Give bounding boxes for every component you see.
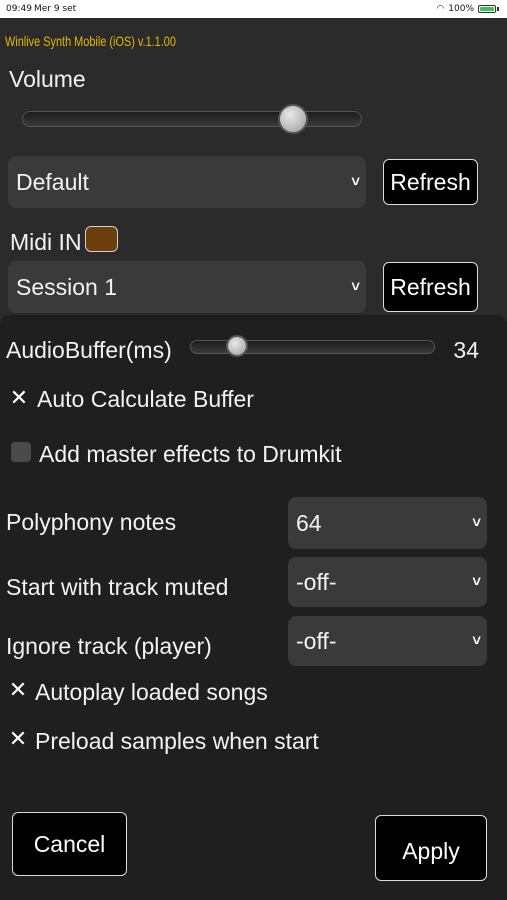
master-effects-checkbox[interactable] [11, 442, 31, 462]
battery-tip [497, 7, 499, 11]
ignore-track-value: -off- [296, 627, 337, 654]
start-muted-dropdown[interactable]: -off- ˅ [288, 557, 487, 607]
volume-slider-track[interactable] [22, 111, 362, 127]
autoplay-checkbox[interactable]: ✕ [8, 677, 28, 702]
ignore-track-label: Ignore track (player) [6, 633, 212, 659]
start-muted-label: Start with track muted [6, 574, 229, 600]
audio-buffer-value: 34 [453, 337, 479, 363]
preload-checkbox[interactable]: ✕ [8, 726, 28, 751]
midi-refresh-button[interactable]: Refresh [383, 262, 478, 312]
chevron-down-icon: ˅ [472, 632, 481, 650]
midi-session-dropdown[interactable]: Session 1 ˅ [8, 261, 366, 313]
chevron-down-icon: ˅ [351, 173, 360, 191]
chevron-down-icon: ˅ [351, 278, 360, 296]
apply-button[interactable]: Apply [375, 815, 487, 881]
chevron-down-icon: ˅ [472, 514, 481, 532]
status-date: Mer 9 set [34, 4, 77, 14]
audio-output-value: Default [16, 168, 89, 195]
chevron-down-icon: ˅ [472, 573, 481, 591]
cancel-button[interactable]: Cancel [12, 812, 127, 876]
volume-slider-knob[interactable] [278, 104, 308, 134]
midi-in-label: Midi IN [10, 229, 82, 255]
polyphony-label: Polyphony notes [6, 509, 177, 535]
volume-label: Volume [9, 66, 86, 92]
audio-buffer-slider-knob[interactable] [226, 335, 248, 357]
audio-buffer-label: AudioBuffer(ms) [6, 337, 172, 363]
auto-calc-checkbox[interactable]: ✕ [9, 385, 29, 410]
auto-calc-label: Auto Calculate Buffer [37, 386, 254, 412]
ignore-track-dropdown[interactable]: -off- ˅ [288, 616, 487, 666]
polyphony-value: 64 [296, 509, 322, 536]
app-title: Winlive Synth Mobile (iOS) v.1.1.00 [5, 33, 176, 49]
status-time: 09:49 [6, 4, 32, 14]
polyphony-dropdown[interactable]: 64 ˅ [288, 497, 487, 549]
battery-percent: 100% [448, 4, 474, 14]
audio-output-dropdown[interactable]: Default ˅ [8, 156, 366, 208]
wifi-icon: ◠ [436, 4, 445, 14]
battery-icon [478, 5, 496, 13]
master-effects-label: Add master effects to Drumkit [39, 441, 342, 467]
preload-label: Preload samples when start [35, 728, 319, 754]
status-right: ◠ 100% [436, 0, 499, 18]
midi-session-value: Session 1 [16, 273, 118, 300]
start-muted-value: -off- [296, 568, 337, 595]
midi-in-toggle[interactable] [85, 226, 118, 252]
audio-refresh-button[interactable]: Refresh [383, 159, 478, 205]
status-bar: 09:49 Mer 9 set ◠ 100% [0, 0, 507, 18]
autoplay-label: Autoplay loaded songs [35, 679, 268, 705]
